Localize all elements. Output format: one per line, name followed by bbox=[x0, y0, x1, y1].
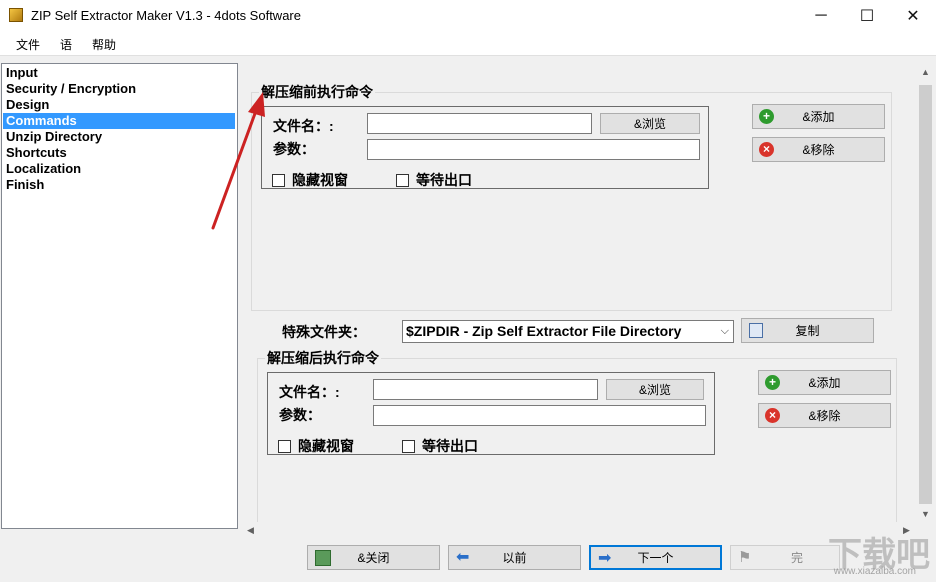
finish-button[interactable]: ⚑ 完 bbox=[730, 545, 840, 570]
checkbox-box[interactable] bbox=[278, 439, 291, 453]
pre-hide-window-checkbox[interactable]: 隐藏视窗 bbox=[272, 170, 348, 190]
post-hide-window-checkbox[interactable]: 隐藏视窗 bbox=[278, 436, 354, 456]
previous-label: 以前 bbox=[502, 551, 527, 565]
post-params-label: 参数： bbox=[279, 407, 321, 423]
post-file-label: 文件名：: bbox=[279, 384, 340, 400]
menu-file[interactable]: 文件 bbox=[16, 36, 40, 53]
pre-params-label: 参数： bbox=[273, 141, 315, 157]
pre-add-button[interactable]: + &添加 bbox=[752, 104, 885, 129]
pre-browse-button[interactable]: &浏览 bbox=[600, 113, 700, 134]
pre-file-input[interactable] bbox=[367, 113, 592, 134]
arrow-right-icon: ➡ bbox=[598, 550, 612, 567]
maximize-button[interactable]: ☐ bbox=[844, 0, 890, 31]
add-icon: + bbox=[759, 109, 774, 124]
menu-language[interactable]: 语 bbox=[60, 36, 72, 53]
close-label: &关闭 bbox=[357, 551, 390, 565]
annotation-arrow-icon bbox=[211, 92, 265, 230]
checkbox-box[interactable] bbox=[396, 173, 409, 187]
step-item-input[interactable]: Input bbox=[5, 65, 38, 81]
post-wait-exit-checkbox[interactable]: 等待出口 bbox=[402, 436, 478, 456]
horizontal-scrollbar[interactable]: ◀ ▶ bbox=[243, 522, 917, 539]
checkbox-box[interactable] bbox=[402, 439, 415, 453]
copy-label: 复制 bbox=[795, 324, 820, 338]
finish-flag-icon: ⚑ bbox=[738, 549, 752, 566]
step-item-shortcuts[interactable]: Shortcuts bbox=[5, 145, 67, 161]
special-folder-dropdown[interactable]: $ZIPDIR - Zip Self Extractor File Direct… bbox=[402, 320, 734, 343]
exit-icon bbox=[315, 550, 331, 566]
step-item-security[interactable]: Security / Encryption bbox=[5, 81, 136, 97]
watermark-url: www.xiazaiba.com bbox=[833, 566, 916, 577]
window-title: ZIP Self Extractor Maker V1.3 - 4dots So… bbox=[31, 8, 301, 23]
minimize-button[interactable]: ─ bbox=[798, 0, 844, 31]
menu-help[interactable]: 帮助 bbox=[92, 36, 116, 53]
copy-icon bbox=[749, 323, 763, 338]
remove-icon: × bbox=[765, 408, 780, 423]
step-item-localization[interactable]: Localization bbox=[5, 161, 81, 177]
next-button[interactable]: ➡ 下一个 bbox=[589, 545, 722, 570]
scroll-down-icon[interactable]: ▼ bbox=[921, 509, 930, 519]
post-params-input[interactable] bbox=[373, 405, 706, 426]
special-folder-label: 特殊文件夹： bbox=[282, 324, 366, 340]
pre-wait-exit-label: 等待出口 bbox=[416, 172, 472, 188]
vertical-scrollbar[interactable]: ▲ ▼ bbox=[917, 63, 934, 538]
pre-params-input[interactable] bbox=[367, 139, 700, 160]
next-label: 下一个 bbox=[637, 551, 674, 565]
scroll-up-icon[interactable]: ▲ bbox=[921, 67, 930, 77]
add-icon: + bbox=[765, 375, 780, 390]
post-commands-title: 解压缩后执行命令 bbox=[265, 348, 381, 368]
chevron-down-icon[interactable]: ⌵ bbox=[721, 321, 729, 342]
pre-remove-label: &移除 bbox=[802, 143, 835, 157]
close-button[interactable]: &关闭 bbox=[307, 545, 440, 570]
pre-file-label: 文件名：: bbox=[273, 118, 334, 134]
remove-icon: × bbox=[759, 142, 774, 157]
pre-wait-exit-checkbox[interactable]: 等待出口 bbox=[396, 170, 472, 190]
step-item-commands[interactable]: Commands bbox=[3, 113, 235, 129]
vertical-scroll-thumb[interactable] bbox=[919, 85, 932, 504]
finish-label: 完 bbox=[791, 551, 804, 565]
post-add-label: &添加 bbox=[808, 376, 841, 390]
arrow-left-icon: ⬅ bbox=[456, 549, 470, 566]
post-file-input[interactable] bbox=[373, 379, 598, 400]
pre-add-label: &添加 bbox=[802, 110, 835, 124]
copy-button[interactable]: 复制 bbox=[741, 318, 874, 343]
step-item-design[interactable]: Design bbox=[5, 97, 49, 113]
post-add-button[interactable]: + &添加 bbox=[758, 370, 891, 395]
scroll-left-icon[interactable]: ◀ bbox=[247, 525, 254, 536]
post-hide-window-label: 隐藏视窗 bbox=[298, 438, 354, 454]
app-icon bbox=[9, 8, 23, 22]
menu-bar: 文件 语 帮助 bbox=[0, 31, 936, 56]
pre-remove-button[interactable]: × &移除 bbox=[752, 137, 885, 162]
post-remove-button[interactable]: × &移除 bbox=[758, 403, 891, 428]
special-folder-value: $ZIPDIR - Zip Self Extractor File Direct… bbox=[406, 323, 682, 339]
post-remove-label: &移除 bbox=[808, 409, 841, 423]
step-list: Input Security / Encryption Design Comma… bbox=[1, 63, 238, 529]
pre-hide-window-label: 隐藏视窗 bbox=[292, 172, 348, 188]
step-item-finish[interactable]: Finish bbox=[5, 177, 44, 193]
pre-commands-title: 解压缩前执行命令 bbox=[259, 82, 375, 102]
title-bar: ZIP Self Extractor Maker V1.3 - 4dots So… bbox=[0, 0, 936, 31]
post-wait-exit-label: 等待出口 bbox=[422, 438, 478, 454]
previous-button[interactable]: ⬅ 以前 bbox=[448, 545, 581, 570]
post-browse-button[interactable]: &浏览 bbox=[606, 379, 704, 400]
step-item-unzip-directory[interactable]: Unzip Directory bbox=[5, 129, 102, 145]
close-window-button[interactable]: ✕ bbox=[890, 0, 936, 31]
